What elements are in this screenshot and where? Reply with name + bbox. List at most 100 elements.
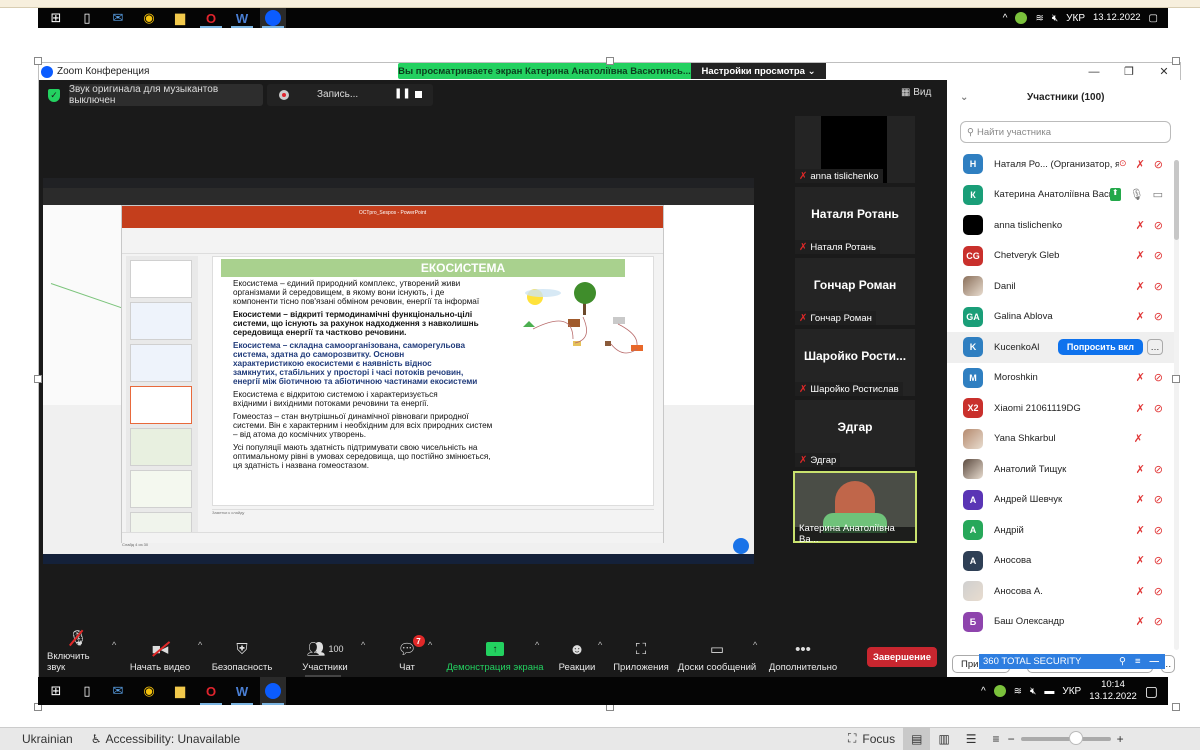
start-video-button[interactable]: ■◂ Начать видео — [129, 632, 191, 678]
selection-handle[interactable] — [34, 57, 42, 65]
video-off-icon[interactable]: ⊘ — [1154, 493, 1163, 506]
focus-button[interactable]: ⛶ Focus — [840, 727, 903, 750]
participant-row[interactable]: Yana Shkarbul ✗ — [947, 424, 1175, 455]
assistant-floating-button[interactable] — [733, 538, 749, 554]
wifi-icon[interactable]: ≋ — [1035, 13, 1043, 24]
video-icon[interactable]: ▭ — [1153, 188, 1163, 201]
zoom-app-icon[interactable] — [260, 677, 286, 705]
notifications-icon[interactable]: ▢ — [1149, 13, 1158, 24]
slide-thumbnail[interactable] — [130, 260, 192, 298]
participants-caret-icon[interactable]: ^ — [361, 640, 365, 650]
participant-more-button[interactable]: … — [1147, 339, 1163, 356]
participant-row[interactable]: А Андрій ✗ ⊘ — [947, 515, 1175, 546]
participant-search-input[interactable]: ⚲ Найти участника — [960, 121, 1171, 143]
zoom-in-button[interactable]: + — [1117, 732, 1124, 746]
microphone-muted-icon[interactable]: ✗ — [1136, 158, 1145, 171]
slide-thumbnail[interactable] — [130, 428, 192, 466]
video-off-icon[interactable]: ⊘ — [1154, 371, 1163, 384]
selection-handle[interactable] — [1172, 375, 1180, 383]
video-tile[interactable]: Катерина Анатоліївна Ва... — [793, 471, 917, 545]
microphone-muted-icon[interactable]: ✗ — [1136, 554, 1145, 567]
slide-thumbnail[interactable] — [130, 344, 192, 382]
share-caret-icon[interactable]: ^ — [535, 640, 539, 650]
encryption-shield-icon[interactable]: ✓ — [48, 89, 60, 102]
participant-row[interactable]: Danil ✗ ⊘ — [947, 271, 1175, 302]
web-layout-button[interactable]: ▥ — [930, 727, 957, 750]
pause-recording-icon[interactable]: ❚❚ — [394, 88, 411, 99]
draft-view-button[interactable]: ≡ — [985, 727, 1008, 750]
chrome-icon[interactable]: ◉ — [136, 8, 162, 28]
tray-chevron-icon[interactable]: ^ — [981, 686, 986, 697]
thunderbird-icon[interactable]: ✉ — [105, 8, 131, 28]
slide-thumbnail[interactable] — [130, 470, 192, 508]
reactions-caret-icon[interactable]: ^ — [598, 640, 602, 650]
video-off-icon[interactable]: ⊘ — [1154, 524, 1163, 537]
end-meeting-button[interactable]: Завершение — [867, 647, 937, 667]
microphone-muted-icon[interactable]: ✗ — [1136, 585, 1145, 598]
microphone-muted-icon[interactable]: ✗ — [1136, 249, 1145, 262]
microphone-muted-icon[interactable]: ✗ — [1136, 219, 1145, 232]
stop-recording-icon[interactable] — [415, 91, 422, 98]
battery-icon[interactable]: ▬ — [1044, 686, 1054, 697]
slide-notes[interactable]: Заметки к слайду — [212, 509, 654, 529]
video-tile[interactable]: Эдгар ✗ Эдгар — [795, 400, 915, 467]
video-off-icon[interactable]: ⊘ — [1154, 219, 1163, 232]
menu-icon[interactable]: ≡ — [1135, 656, 1141, 667]
windows-start-icon[interactable]: ⊞ — [43, 8, 69, 28]
participant-row[interactable]: M Moroshkin ✗ ⊘ — [947, 363, 1175, 394]
zoom-slider-knob[interactable] — [1069, 730, 1084, 745]
antivirus-floating-bar[interactable]: 360 TOTAL SECURITY ⚲ ≡ — — [979, 654, 1165, 669]
zoom-out-button[interactable]: − — [1008, 732, 1015, 746]
more-button[interactable]: ••• Дополнительно — [765, 632, 841, 678]
participant-row[interactable]: Н Наталя Ро... (Организатор, я) ⊙ ✗ ⊘ — [947, 149, 1175, 180]
language-status[interactable]: Ukrainian — [22, 732, 73, 746]
security-button[interactable]: ⛨ Безопасность — [211, 632, 273, 678]
video-off-icon[interactable]: ⊘ — [1154, 310, 1163, 323]
slide-thumbnail[interactable] — [130, 302, 192, 340]
original-sound-status[interactable]: Звук оригинала для музыкантов выключен — [69, 84, 263, 106]
participant-row[interactable]: anna tislichenko ✗ ⊘ — [947, 210, 1175, 241]
accessibility-status[interactable]: ♿︎ Accessibility: Unavailable — [91, 732, 241, 746]
minimize-button[interactable]: — — [1079, 63, 1109, 80]
security-tray-icon[interactable] — [993, 685, 1006, 697]
microphone-muted-icon[interactable]: ✗ — [1136, 310, 1145, 323]
microphone-muted-icon[interactable]: ✗ — [1136, 463, 1145, 476]
opera-icon[interactable]: O — [198, 677, 224, 705]
volume-muted-icon[interactable]: 🔇︎ — [1030, 686, 1036, 697]
opera-icon[interactable]: O — [198, 8, 224, 28]
microphone-muted-icon[interactable]: ✗ — [1134, 432, 1143, 445]
participant-row[interactable]: Б Баш Олександр ✗ ⊘ — [947, 607, 1175, 638]
word-icon[interactable]: W — [229, 8, 255, 28]
wifi-icon[interactable]: ≋ — [1014, 686, 1022, 697]
video-off-icon[interactable]: ⊘ — [1154, 585, 1163, 598]
video-tile[interactable]: Наталя Ротань ✗ Наталя Ротань — [795, 187, 915, 254]
video-tile[interactable]: Шаройко Рости... ✗ Шаройко Ростислав — [795, 329, 915, 396]
microphone-muted-icon[interactable]: ✗ — [1136, 493, 1145, 506]
ask-to-unmute-button[interactable]: Попросить вкл — [1057, 339, 1143, 356]
video-off-icon[interactable]: ⊘ — [1154, 615, 1163, 628]
task-view-icon[interactable]: ▯ — [74, 8, 100, 28]
microphone-muted-icon[interactable]: ✗ — [1136, 524, 1145, 537]
clock[interactable]: 13.12.2022 — [1093, 12, 1141, 24]
task-view-icon[interactable]: ▯ — [74, 677, 100, 705]
collapse-panel-chevron-icon[interactable]: ⌄ — [960, 92, 968, 103]
view-button[interactable]: ▦ Вид — [901, 87, 931, 98]
file-explorer-icon[interactable]: ▆ — [167, 677, 193, 705]
volume-muted-icon[interactable]: 🔇︎ — [1052, 13, 1058, 24]
video-tile[interactable]: ✗ anna tislichenko — [795, 116, 915, 183]
participant-row[interactable]: Аносова А. ✗ ⊘ — [947, 576, 1175, 607]
audio-options-caret-icon[interactable]: ^ — [112, 640, 116, 650]
participant-row[interactable]: CG Chetveryk Gleb ✗ ⊘ — [947, 241, 1175, 272]
tray-chevron-icon[interactable]: ^ — [1003, 13, 1008, 24]
thunderbird-icon[interactable]: ✉ — [105, 677, 131, 705]
selection-handle[interactable] — [606, 57, 614, 65]
participant-row[interactable]: GA Galina Ablova ✗ ⊘ — [947, 302, 1175, 333]
video-tile[interactable]: Гончар Роман ✗ Гончар Роман — [795, 258, 915, 325]
video-off-icon[interactable]: ⊘ — [1154, 463, 1163, 476]
video-off-icon[interactable]: ⊘ — [1154, 554, 1163, 567]
windows-start-icon[interactable]: ⊞ — [43, 677, 69, 705]
word-icon[interactable]: W — [229, 677, 255, 705]
video-off-icon[interactable]: ⊘ — [1154, 249, 1163, 262]
selection-handle[interactable] — [1172, 703, 1180, 711]
restore-button[interactable]: ❐ — [1114, 63, 1144, 80]
